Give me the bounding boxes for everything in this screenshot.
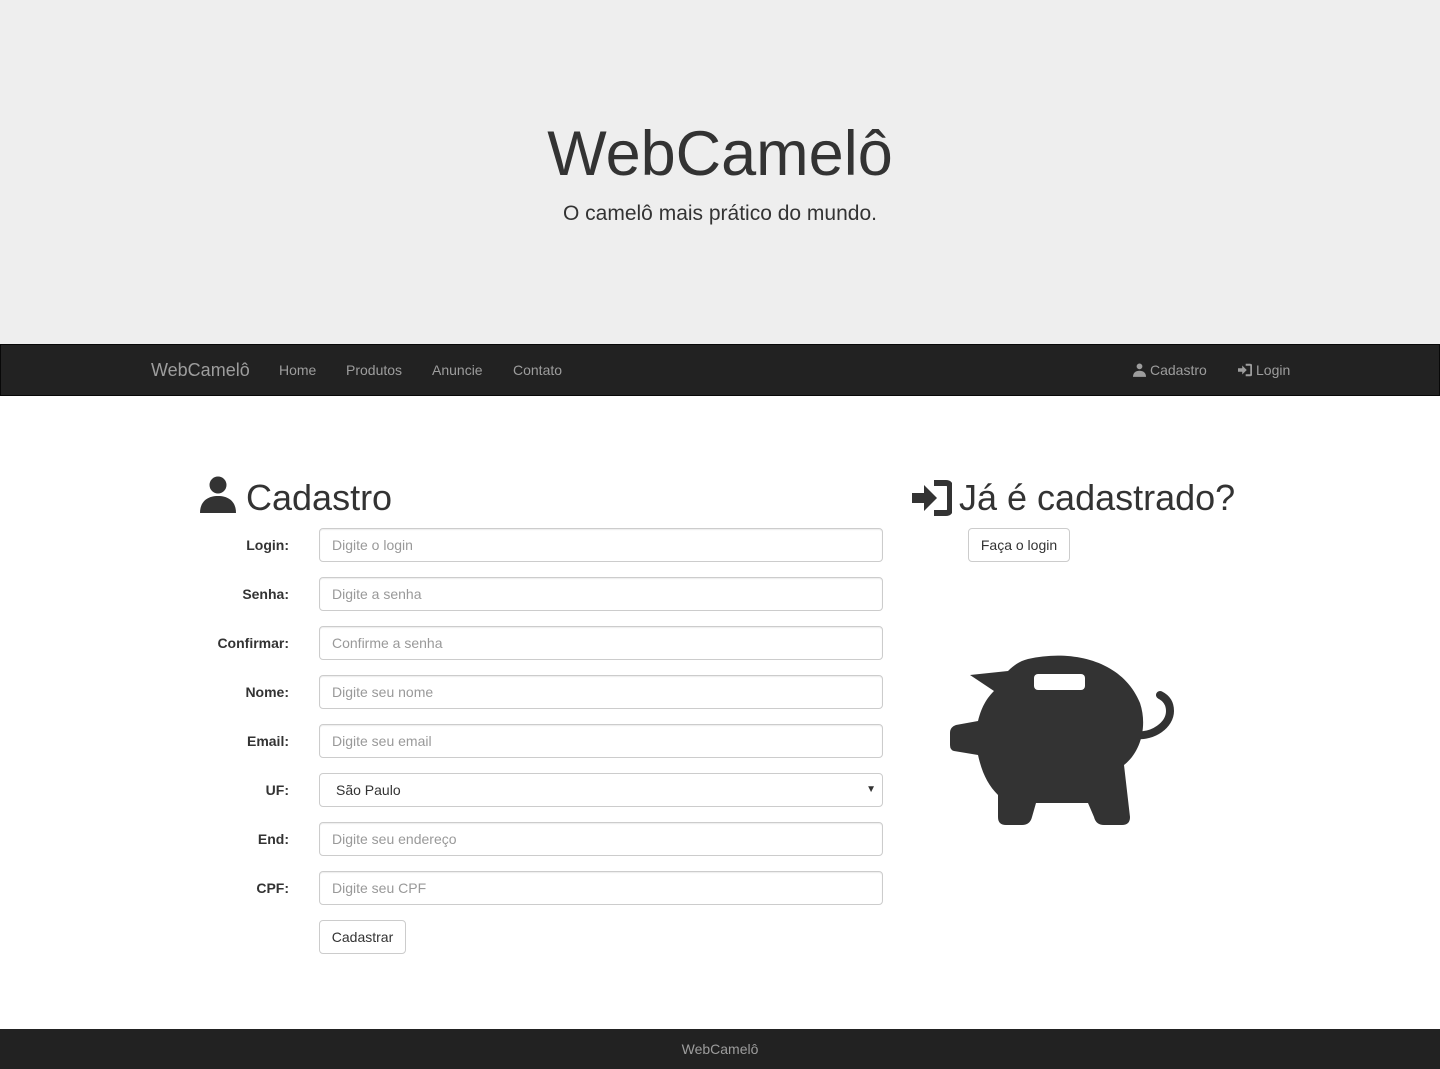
label-email: Email:	[246, 733, 289, 749]
confirmar-senha-input[interactable]	[319, 626, 883, 660]
email-input[interactable]	[319, 724, 883, 758]
nav-cadastro[interactable]: Cadastro	[1133, 345, 1207, 395]
piggy-bank-icon	[950, 655, 1175, 825]
nome-input[interactable]	[319, 675, 883, 709]
cadastrar-button[interactable]: Cadastrar	[319, 920, 406, 954]
site-tagline: O camelô mais prático do mundo.	[563, 202, 877, 225]
label-confirmar: Confirmar:	[217, 635, 289, 651]
label-uf: UF:	[265, 782, 289, 798]
nav-contato[interactable]: Contato	[513, 345, 562, 395]
login-input[interactable]	[319, 528, 883, 562]
label-login: Login:	[246, 537, 289, 553]
nav-anuncie[interactable]: Anuncie	[432, 345, 483, 395]
nav-produtos[interactable]: Produtos	[346, 345, 402, 395]
login-heading: Já é cadastrado?	[912, 476, 1252, 518]
uf-select[interactable]: São Paulo ▼	[319, 773, 883, 807]
footer-text: WebCamelô	[681, 1041, 759, 1057]
nav-home[interactable]: Home	[279, 345, 316, 395]
user-icon	[1133, 363, 1146, 377]
cpf-input[interactable]	[319, 871, 883, 905]
navbar: WebCamelô Home Produtos Anuncie Contato …	[0, 344, 1440, 396]
endereco-input[interactable]	[319, 822, 883, 856]
navbar-brand[interactable]: WebCamelô	[151, 345, 250, 395]
cadastro-title: Cadastro	[246, 477, 393, 518]
label-senha: Senha:	[242, 586, 289, 602]
label-cpf: CPF:	[256, 880, 289, 896]
user-icon	[200, 476, 236, 513]
chevron-down-icon: ▼	[866, 784, 876, 795]
login-icon	[912, 480, 952, 516]
footer: WebCamelô	[0, 1029, 1440, 1069]
nav-cadastro-label: Cadastro	[1150, 362, 1207, 378]
uf-selected-value: São Paulo	[336, 782, 401, 798]
login-panel-title: Já é cadastrado?	[959, 477, 1236, 518]
senha-input[interactable]	[319, 577, 883, 611]
nav-login-label: Login	[1256, 362, 1291, 378]
cadastro-heading: Cadastro	[200, 476, 500, 518]
site-title: WebCamelô	[547, 119, 893, 189]
login-icon	[1238, 363, 1253, 377]
jumbotron: WebCamelô O camelô mais prático do mundo…	[0, 0, 1440, 344]
label-nome: Nome:	[245, 684, 289, 700]
nav-login[interactable]: Login	[1238, 345, 1290, 395]
faca-login-button[interactable]: Faça o login	[968, 528, 1070, 562]
label-end: End:	[257, 831, 289, 847]
